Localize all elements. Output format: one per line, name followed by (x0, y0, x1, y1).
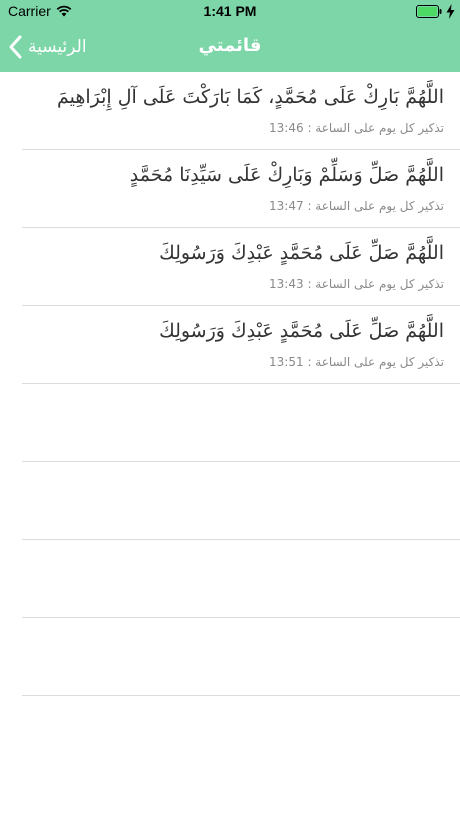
empty-row (22, 540, 460, 618)
reminder-text: اللَّهُمَّ صَلِّ عَلَى مُحَمَّدٍ عَبْدِك… (159, 320, 444, 342)
header: Carrier 1:41 PM الرئيسية قائمتي (0, 0, 460, 72)
reminder-schedule: تذكير كل يوم على الساعة : 13:47 (269, 199, 444, 213)
app-screen: Carrier 1:41 PM الرئيسية قائمتي اللَّهُم… (0, 0, 460, 818)
reminder-text: اللَّهُمَّ بَارِكْ عَلَى مُحَمَّدٍ، كَمَ… (56, 86, 444, 108)
reminder-text: اللَّهُمَّ صَلِّ عَلَى مُحَمَّدٍ عَبْدِك… (159, 242, 444, 264)
status-bar: Carrier 1:41 PM (0, 0, 460, 24)
reminders-list: اللَّهُمَّ بَارِكْ عَلَى مُحَمَّدٍ، كَمَ… (0, 72, 460, 818)
reminder-schedule: تذكير كل يوم على الساعة : 13:46 (269, 121, 444, 135)
list-item[interactable]: اللَّهُمَّ بَارِكْ عَلَى مُحَمَّدٍ، كَمَ… (22, 72, 460, 150)
navigation-bar: الرئيسية قائمتي (0, 24, 460, 72)
reminder-schedule: تذكير كل يوم على الساعة : 13:43 (269, 277, 444, 291)
battery-icon (416, 5, 442, 18)
empty-row (22, 462, 460, 540)
charging-bolt-icon (446, 4, 455, 19)
reminder-text: اللَّهُمَّ صَلِّ وَسَلِّمْ وَبَارِكْ عَل… (129, 164, 444, 186)
empty-row (22, 618, 460, 696)
empty-row (22, 384, 460, 462)
list-item[interactable]: اللَّهُمَّ صَلِّ عَلَى مُحَمَّدٍ عَبْدِك… (22, 306, 460, 384)
page-title: قائمتي (198, 35, 262, 56)
list-item[interactable]: اللَّهُمَّ صَلِّ عَلَى مُحَمَّدٍ عَبْدِك… (22, 228, 460, 306)
reminder-schedule: تذكير كل يوم على الساعة : 13:51 (269, 355, 444, 369)
status-time: 1:41 PM (203, 3, 257, 19)
list-item[interactable]: اللَّهُمَّ صَلِّ وَسَلِّمْ وَبَارِكْ عَل… (22, 150, 460, 228)
